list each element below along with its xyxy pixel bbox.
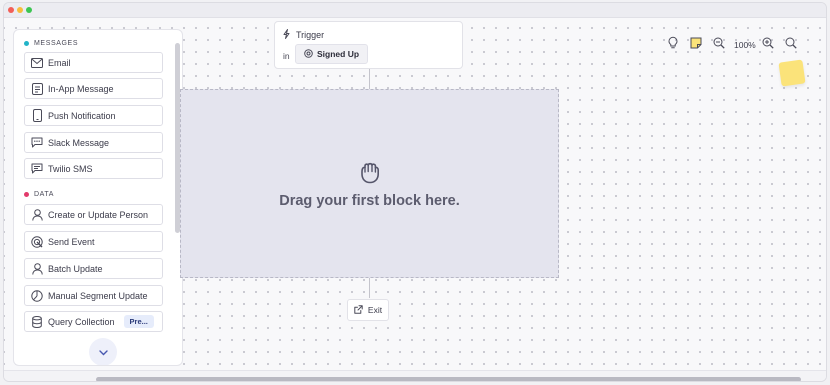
block-label: Email [48,57,71,68]
sms-icon [31,163,43,175]
block-push-notification[interactable]: Push Notification [24,105,163,126]
block-label: Create or Update Person [48,209,149,220]
block-create-or-update-person[interactable]: Create or Update Person [24,204,163,225]
block-label: Send Event [48,236,95,247]
block-query-collection[interactable]: Query Collection Pre... [24,311,163,332]
mobile-phone-icon [31,109,43,122]
block-label: Query Collection [48,316,115,327]
block-email[interactable]: Email [24,52,163,73]
trigger-event-pill[interactable]: Signed Up [295,44,369,64]
block-label: Twilio SMS [48,163,93,174]
block-label: Slack Message [48,137,110,148]
in-app-message-icon [31,82,43,95]
section-title: DATA [34,191,55,198]
block-slack-message[interactable]: Slack Message [24,132,163,153]
exit-icon [354,304,363,316]
sticky-note[interactable] [778,59,806,87]
trigger-title: Trigger [296,30,325,40]
block-label: In-App Message [48,83,114,94]
connector-line [369,69,370,89]
search-button[interactable] [781,35,801,55]
person-icon [31,208,43,221]
person-icon [31,262,43,275]
trigger-card[interactable]: Trigger in Signed Up [274,21,463,69]
block-palette-sidebar: MESSAGES Email In-App Message Push Notif… [13,29,183,366]
zoom-out-icon [713,36,725,54]
trigger-in-label: in [283,51,290,61]
block-manual-segment-update[interactable]: Manual Segment Update [24,285,163,306]
exit-label: Exit [367,305,383,315]
close-window-button[interactable] [8,7,14,13]
search-icon [785,36,797,54]
scroll-more-button[interactable] [89,338,117,365]
mail-icon [31,57,43,69]
send-event-icon [31,235,43,248]
block-drop-zone[interactable]: Drag your first block here. [180,89,559,278]
title-bar [4,3,826,18]
section-title: MESSAGES [34,40,79,47]
block-batch-update[interactable]: Batch Update [24,258,163,279]
block-label: Push Notification [48,110,116,121]
canvas-toolbar: 100% [663,35,804,55]
app-window: MESSAGES Email In-App Message Push Notif… [3,2,827,382]
block-label: Manual Segment Update [48,290,148,301]
chat-bubble-icon [31,137,43,149]
block-label: Batch Update [48,263,103,274]
section-header-messages: MESSAGES [24,40,78,47]
preview-badge: Pre... [123,315,154,328]
zoom-in-button[interactable] [758,35,778,55]
section-header-data: DATA [24,191,54,198]
lightbulb-icon [667,36,679,54]
block-twilio-sms[interactable]: Twilio SMS [24,158,163,179]
lightbulb-button[interactable] [663,35,683,55]
zoom-out-button[interactable] [709,35,729,55]
trigger-event-label: Signed Up [317,49,360,59]
database-icon [31,315,43,328]
block-send-event[interactable]: Send Event [24,231,163,252]
minimize-window-button[interactable] [17,7,23,13]
sticky-note-button[interactable] [686,35,706,55]
block-in-app-message[interactable]: In-App Message [24,78,163,99]
drop-zone-hint: Drag your first block here. [279,193,460,209]
sticky-note-icon [690,36,702,54]
chevron-down-icon [98,343,108,361]
zoom-level: 100% [734,40,756,50]
grab-hand-icon [358,162,382,189]
data-section-dot [24,192,29,197]
messages-section-dot [24,41,29,46]
trigger-header: Trigger [283,29,324,41]
exit-node[interactable]: Exit [347,299,389,321]
connector-line [369,278,370,298]
segment-icon [31,289,43,302]
lightning-icon [283,29,290,41]
target-icon [304,48,313,60]
zoom-in-icon [762,36,774,54]
maximize-window-button[interactable] [26,7,32,13]
horizontal-scrollbar[interactable] [96,377,801,381]
